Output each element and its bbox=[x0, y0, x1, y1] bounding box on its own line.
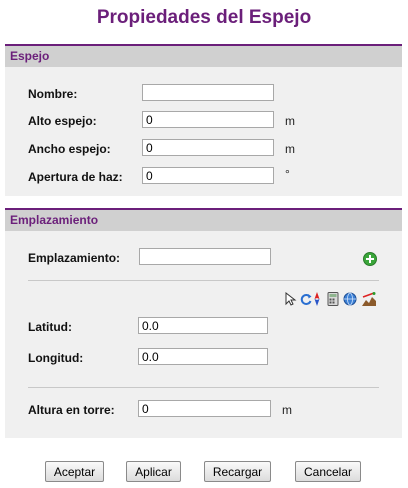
alto-espejo-field[interactable] bbox=[142, 111, 274, 128]
page-title: Propiedades del Espejo bbox=[96, 7, 312, 28]
altura-torre-field[interactable] bbox=[138, 400, 271, 417]
altura-torre-unit: m bbox=[282, 403, 292, 417]
alto-espejo-label: Alto espejo: bbox=[28, 114, 97, 128]
nombre-label: Nombre: bbox=[28, 87, 78, 101]
add-icon[interactable] bbox=[363, 252, 377, 266]
aplicar-button[interactable]: Aplicar bbox=[126, 461, 181, 482]
longitud-label: Longitud: bbox=[28, 351, 84, 365]
longitud-field[interactable] bbox=[138, 348, 268, 365]
ancho-espejo-field[interactable] bbox=[142, 139, 274, 156]
divider-top bbox=[28, 280, 379, 281]
nombre-field[interactable] bbox=[142, 84, 274, 101]
aceptar-button[interactable]: Aceptar bbox=[45, 461, 104, 482]
apertura-haz-field[interactable] bbox=[142, 167, 274, 184]
emplazamiento-field[interactable] bbox=[139, 248, 271, 265]
cancelar-button[interactable]: Cancelar bbox=[295, 461, 361, 482]
globe-icon[interactable] bbox=[343, 292, 357, 306]
calculator-icon[interactable] bbox=[326, 292, 340, 306]
emplazamiento-label: Emplazamiento: bbox=[28, 251, 121, 265]
espejo-section-header: Espejo bbox=[5, 44, 402, 67]
divider-bottom bbox=[28, 387, 379, 388]
latitud-label: Latitud: bbox=[28, 320, 72, 334]
ancho-espejo-label: Ancho espejo: bbox=[28, 142, 111, 156]
pointer-icon[interactable] bbox=[283, 292, 297, 306]
alto-espejo-unit: m bbox=[285, 114, 295, 128]
apertura-haz-label: Apertura de haz: bbox=[28, 170, 123, 184]
recargar-button[interactable]: Recargar bbox=[204, 461, 271, 482]
apertura-haz-unit: ° bbox=[285, 167, 290, 181]
ancho-espejo-unit: m bbox=[285, 142, 295, 156]
altura-torre-label: Altura en torre: bbox=[28, 403, 115, 417]
latitud-field[interactable] bbox=[138, 317, 268, 334]
emplazamiento-section-header: Emplazamiento bbox=[5, 208, 402, 231]
compass-icon[interactable] bbox=[310, 292, 324, 306]
terrain-profile-icon[interactable] bbox=[362, 292, 376, 306]
